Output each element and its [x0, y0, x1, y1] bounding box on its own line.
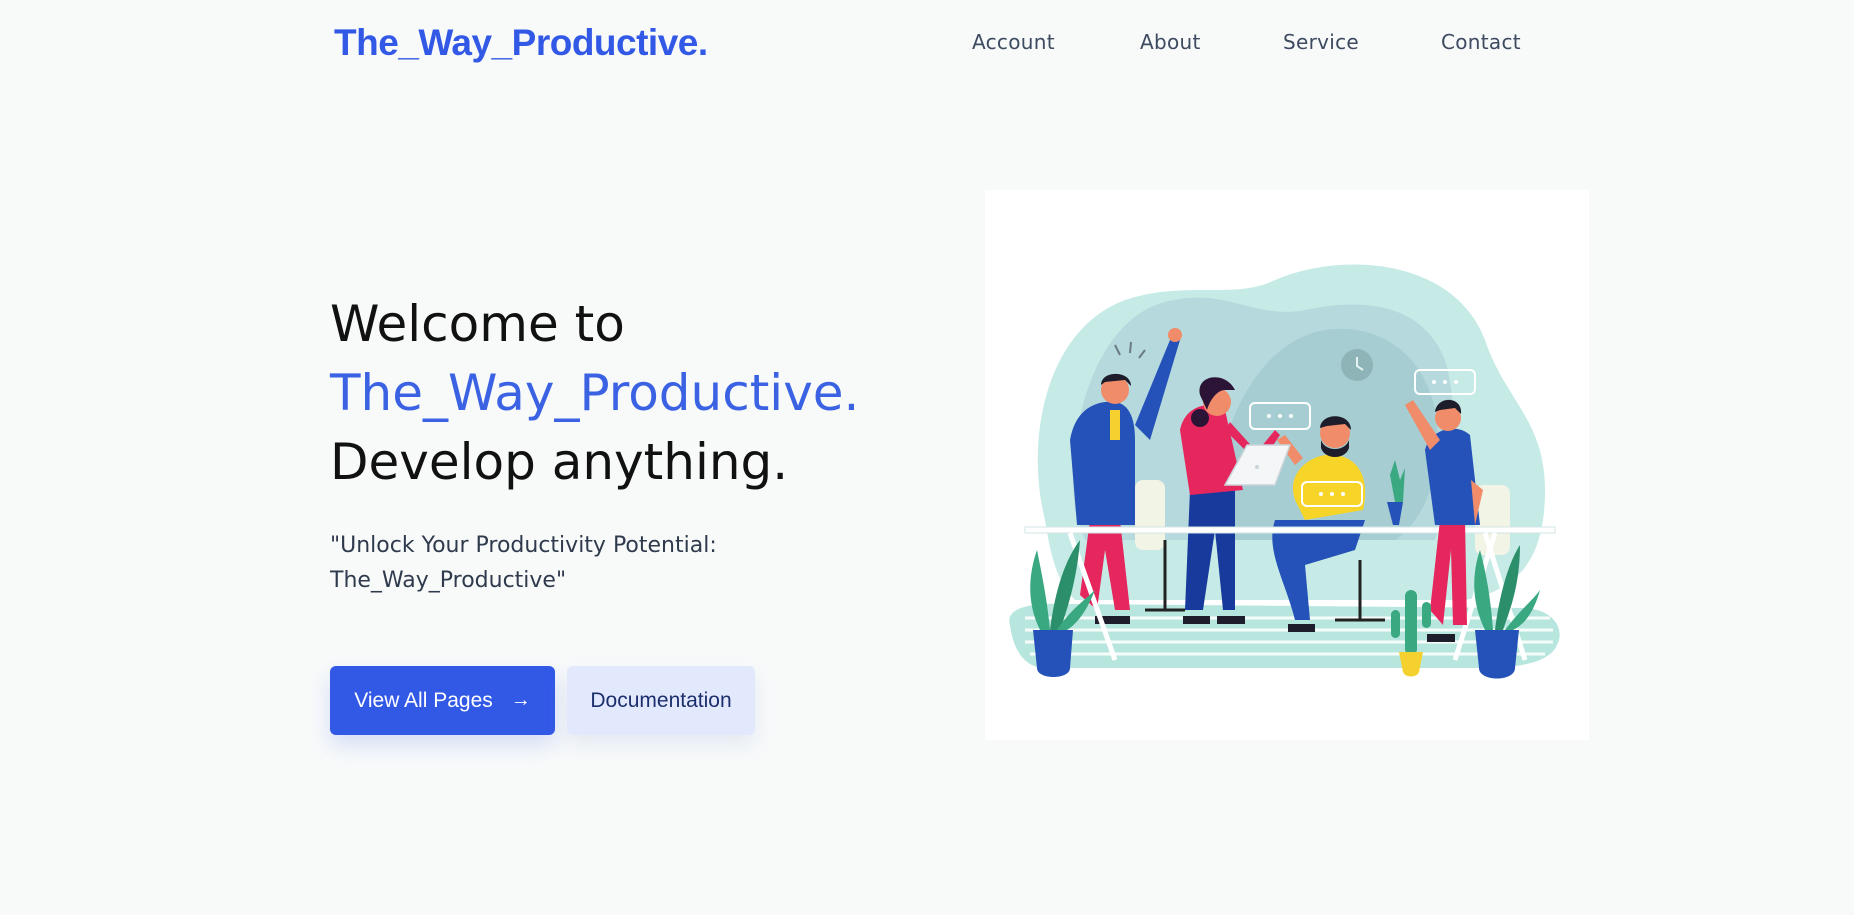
hero-title-line-brand: The_Way_Productive.: [330, 364, 860, 422]
main-nav: Account About Service Contact: [0, 30, 1854, 60]
team-illustration-graphic: [1009, 264, 1560, 679]
nav-contact-link[interactable]: Contact: [1441, 30, 1521, 54]
arrow-right-icon: →: [510, 689, 531, 711]
hero-tagline: "Unlock Your Productivity Potential: The…: [330, 533, 717, 593]
nav-account-link[interactable]: Account: [972, 30, 1055, 54]
landing-page: The_Way_Productive. Account About Servic…: [0, 0, 1854, 915]
view-all-pages-label: View All Pages: [354, 688, 493, 712]
nav-about-link[interactable]: About: [1140, 30, 1201, 54]
documentation-label: Documentation: [590, 688, 732, 712]
hero-title: Welcome to The_Way_Productive. Develop a…: [330, 290, 859, 497]
team-collaboration-illustration: [985, 190, 1589, 740]
hero-title-line-develop: Develop anything.: [330, 433, 789, 491]
nav-service-link[interactable]: Service: [1283, 30, 1359, 54]
view-all-pages-button[interactable]: View All Pages →: [330, 666, 555, 735]
hero-title-line-welcome: Welcome to: [330, 295, 625, 353]
documentation-button[interactable]: Documentation: [567, 666, 755, 735]
